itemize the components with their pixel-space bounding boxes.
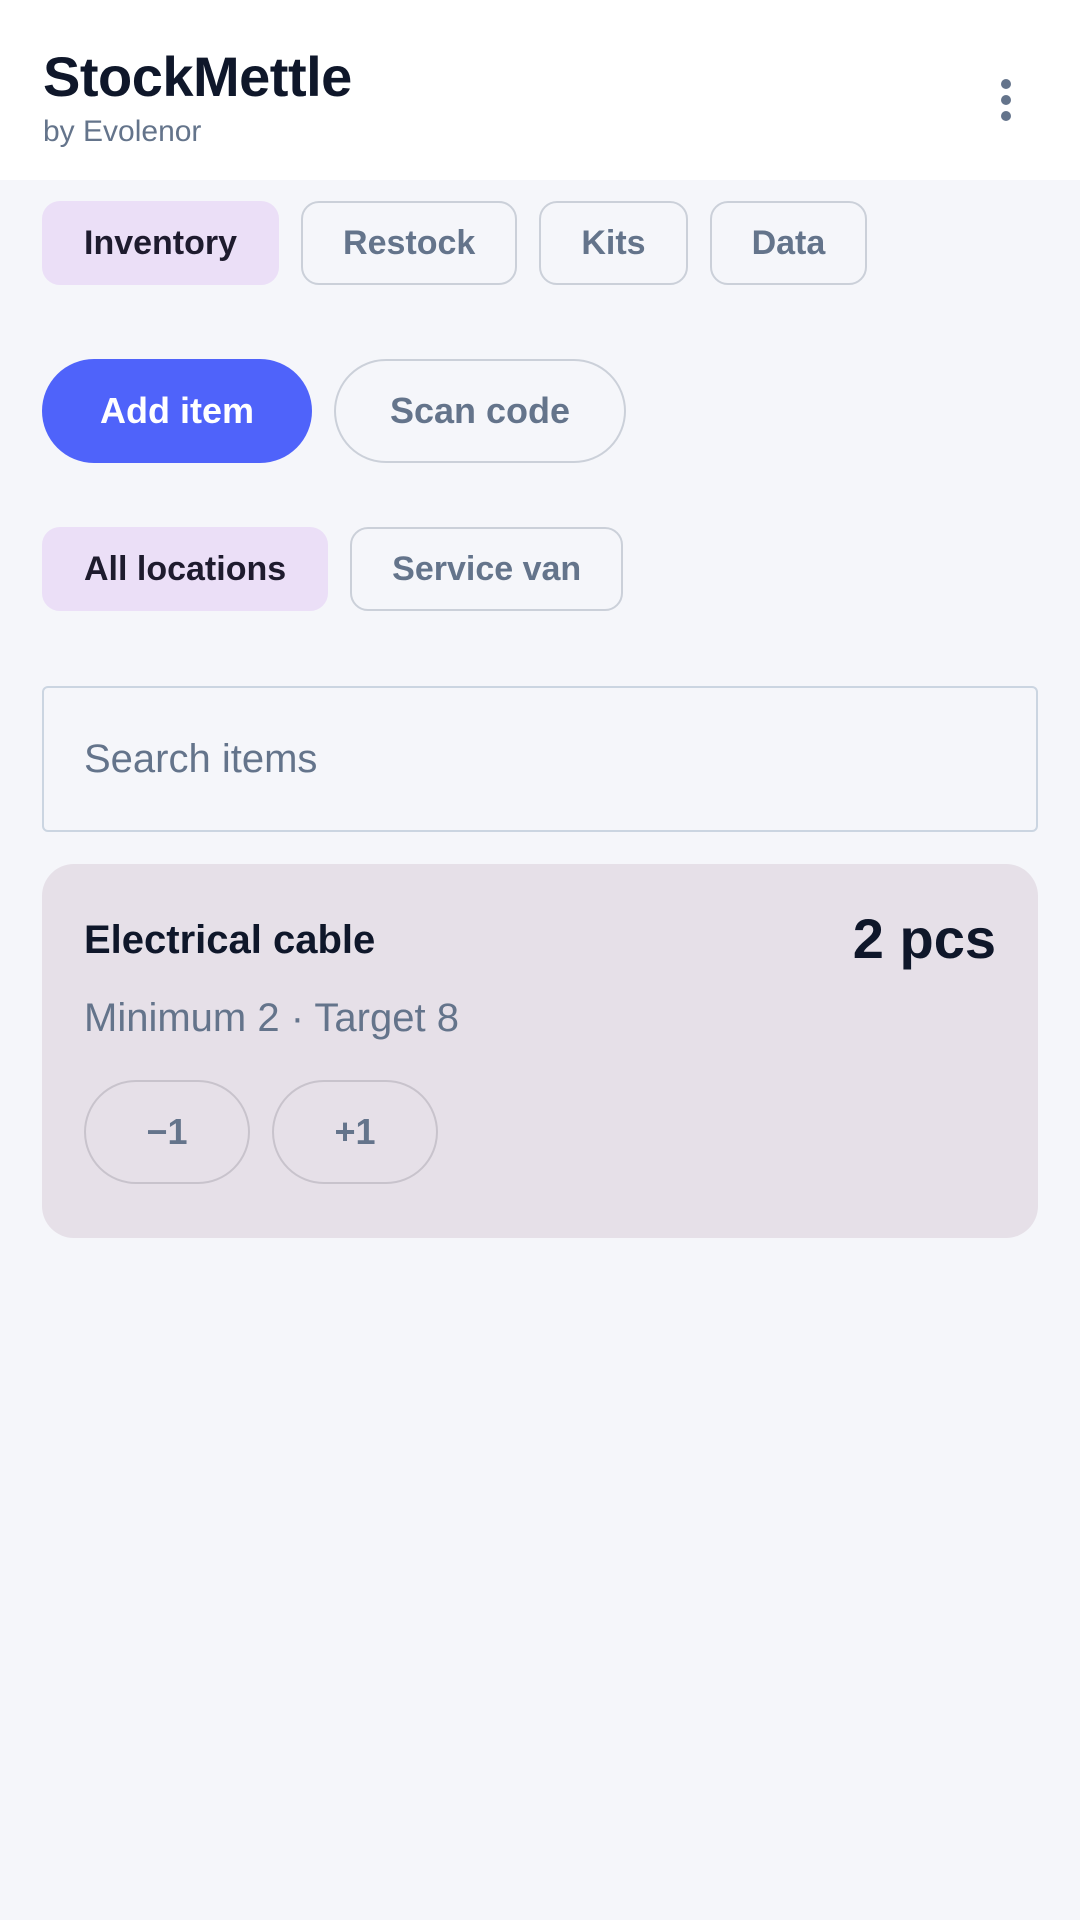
app-title: StockMettle [43,45,352,108]
location-filters: All locations Service van [42,527,624,611]
app-header: StockMettle by Evolenor [0,0,1080,180]
increment-button[interactable]: +1 [272,1080,438,1184]
tab-inventory[interactable]: Inventory [42,201,280,285]
tab-data[interactable]: Data [709,201,868,285]
item-stock-levels: Minimum 2 · Target 8 [84,996,459,1040]
app-subtitle: by Evolenor [43,115,202,148]
tab-restock[interactable]: Restock [301,201,518,285]
more-vertical-icon [1001,79,1011,121]
filter-service-van[interactable]: Service van [350,527,624,611]
quantity-stepper: −1 +1 [84,1080,438,1184]
filter-all-locations[interactable]: All locations [42,527,329,611]
search-input[interactable] [42,686,1038,832]
overflow-menu-button[interactable] [976,60,1036,140]
main-tabs: Inventory Restock Kits Data [42,201,868,285]
tab-kits[interactable]: Kits [539,201,688,285]
add-item-button[interactable]: Add item [42,359,312,463]
action-bar: Add item Scan code [42,359,626,463]
item-card: Electrical cable 2 pcs Minimum 2 · Targe… [42,864,1038,1238]
scan-code-button[interactable]: Scan code [334,359,626,463]
decrement-button[interactable]: −1 [84,1080,250,1184]
item-name: Electrical cable [84,918,376,962]
item-quantity: 2 pcs [852,907,996,970]
